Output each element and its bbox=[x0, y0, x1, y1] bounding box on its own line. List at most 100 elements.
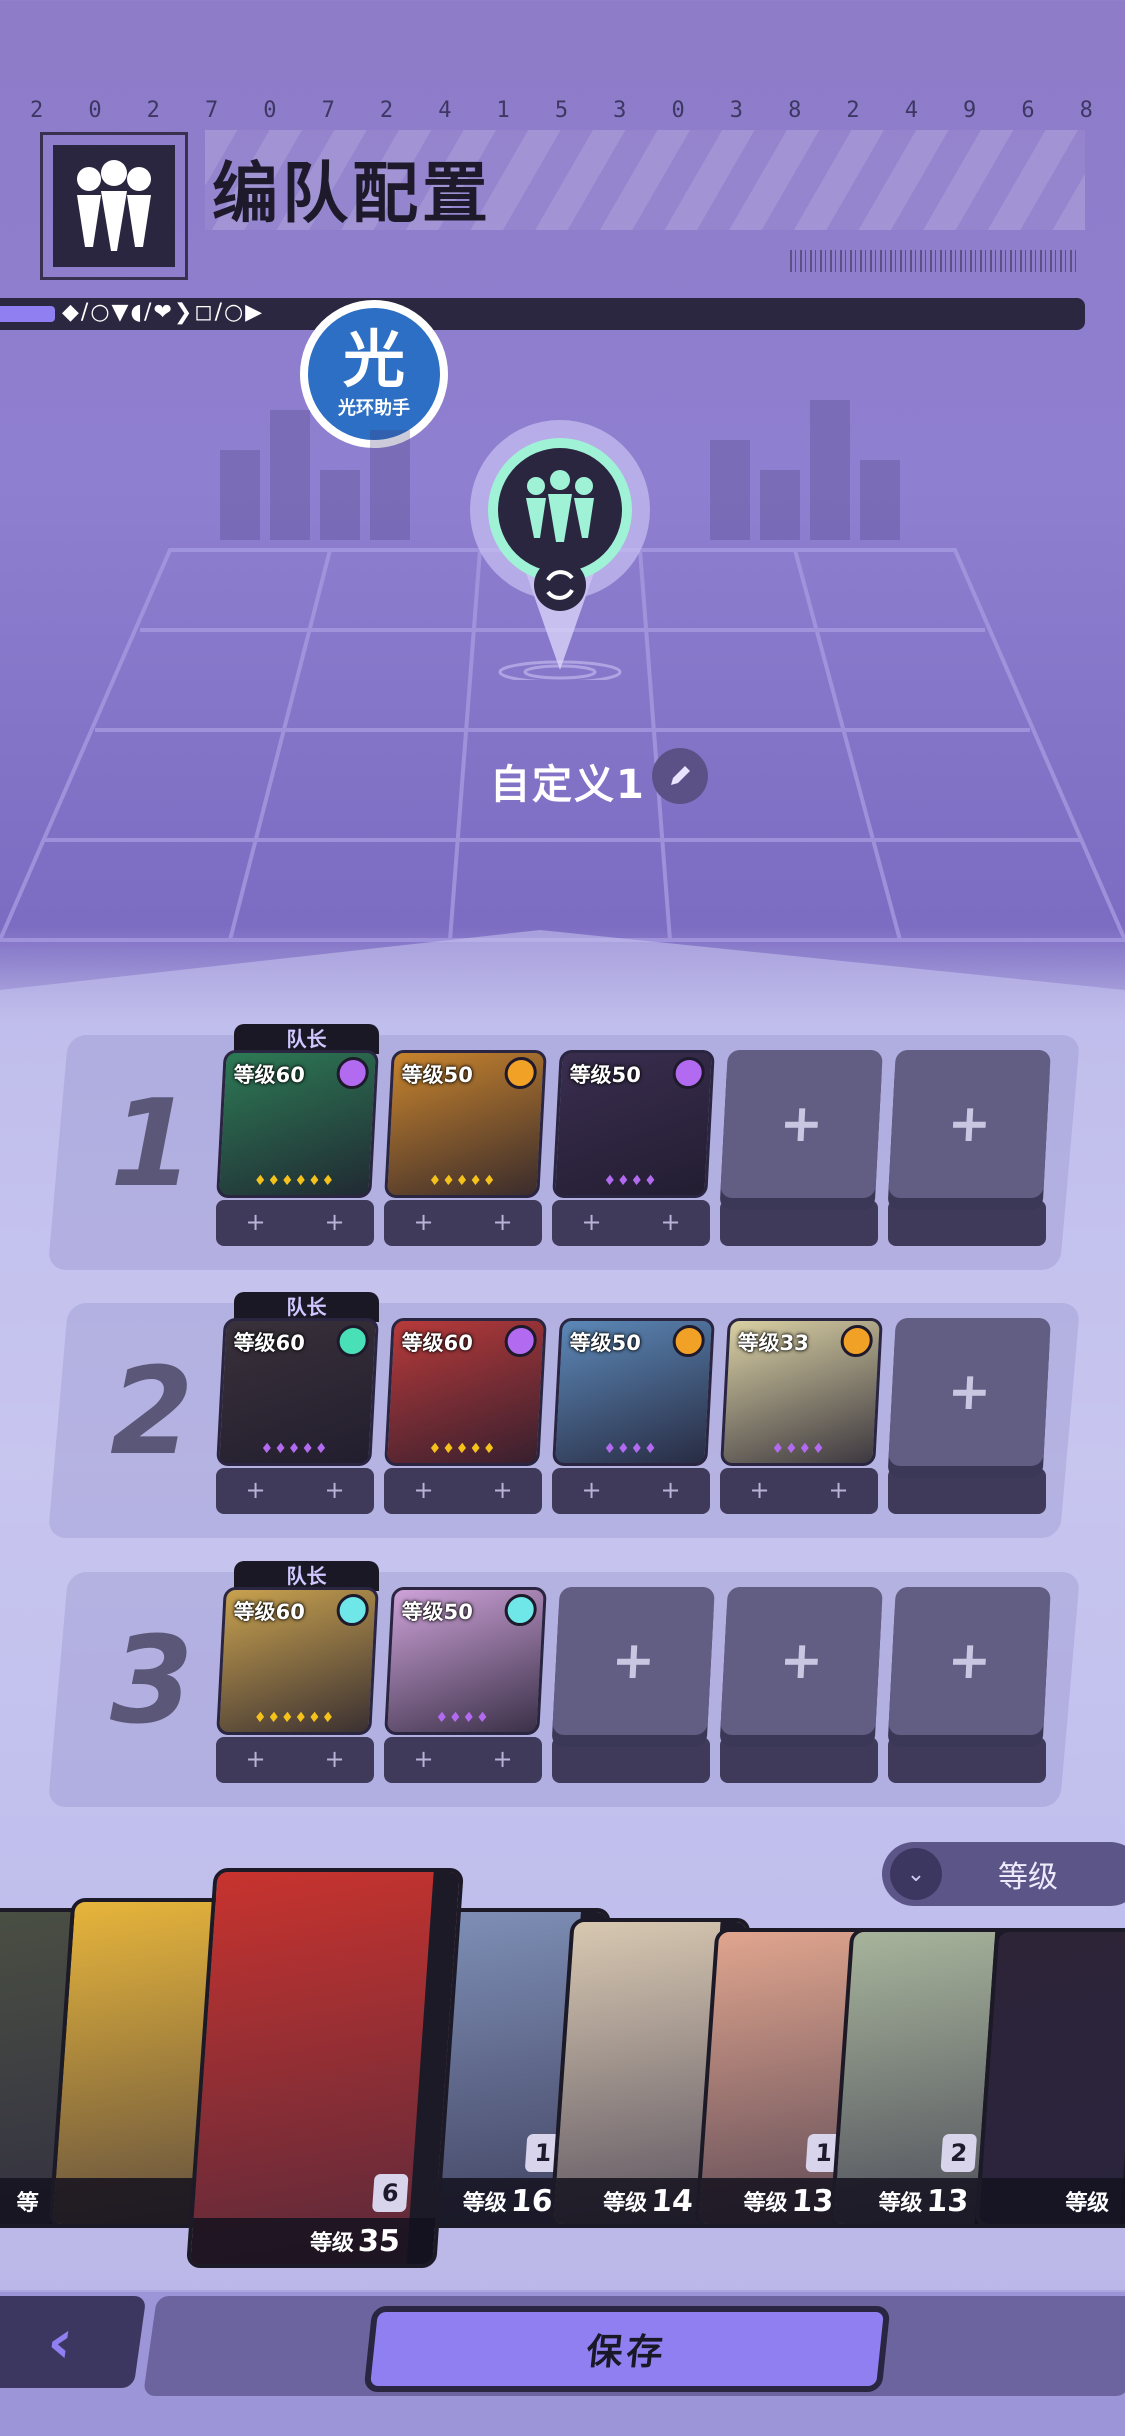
empty-slot[interactable]: + bbox=[888, 1587, 1051, 1783]
squad-number: 3 bbox=[110, 1612, 194, 1751]
team-logo bbox=[40, 132, 188, 280]
member-card[interactable]: + + 等级50 ♦♦♦♦ bbox=[552, 1318, 715, 1514]
member-card[interactable]: + + 等级33 ♦♦♦♦ bbox=[720, 1318, 883, 1514]
member-card[interactable]: 队长 + + 等级60 ♦♦♦♦♦ bbox=[216, 1292, 379, 1514]
equipment-add-icon[interactable]: + bbox=[384, 1468, 463, 1514]
equipment-slots[interactable]: + + bbox=[720, 1468, 878, 1514]
teal-spiral-icon bbox=[335, 1325, 370, 1357]
serial-digit: 7 bbox=[321, 98, 337, 123]
empty-slot[interactable]: + bbox=[720, 1050, 883, 1246]
roster-character-card[interactable]: 等级 bbox=[974, 1928, 1125, 2228]
level-label: 等级50 bbox=[568, 1063, 642, 1087]
level-prefix: 等级 bbox=[742, 2191, 789, 2216]
empty-slot[interactable]: + bbox=[720, 1587, 883, 1783]
level-prefix: 等级 bbox=[877, 2191, 924, 2216]
serial-digit: 2 bbox=[30, 98, 46, 123]
equipment-slots[interactable]: + + bbox=[384, 1737, 542, 1783]
star-rating: ♦♦♦♦♦ bbox=[428, 1441, 497, 1457]
slot-base bbox=[888, 1737, 1046, 1783]
level-prefix: 等 bbox=[15, 2191, 40, 2216]
equipment-add-icon[interactable]: + bbox=[463, 1737, 542, 1783]
edit-name-button[interactable] bbox=[652, 748, 708, 804]
member-card[interactable]: + + 等级50 ♦♦♦♦ bbox=[552, 1050, 715, 1246]
equipment-add-icon[interactable]: + bbox=[216, 1200, 295, 1246]
pencil-icon bbox=[671, 766, 690, 785]
equipment-add-icon[interactable]: + bbox=[384, 1737, 463, 1783]
star-rating: ♦♦♦♦ bbox=[602, 1441, 659, 1457]
serial-digit: 7 bbox=[204, 98, 221, 123]
equipment-add-icon[interactable]: + bbox=[216, 1737, 295, 1783]
level-label: 等级50 bbox=[568, 1331, 642, 1355]
equipment-slots[interactable]: + + bbox=[384, 1468, 542, 1514]
level-label: 等级50 bbox=[400, 1063, 474, 1087]
level-label: 等级50 bbox=[400, 1600, 474, 1624]
team-name: 自定义1 bbox=[490, 762, 646, 808]
barcode-decoration bbox=[790, 250, 1080, 272]
orange-gear-icon bbox=[839, 1325, 874, 1357]
back-button[interactable]: ‹ bbox=[0, 2296, 147, 2388]
teal-cross-icon bbox=[503, 1594, 538, 1626]
equipment-slots[interactable]: + + bbox=[216, 1468, 374, 1514]
level-prefix: 等级 bbox=[309, 2231, 355, 2256]
equipment-add-icon[interactable]: + bbox=[295, 1737, 374, 1783]
equipment-add-icon[interactable]: + bbox=[720, 1468, 799, 1514]
status-strip: ◆/○▼◖/❤❯◻/○▶ bbox=[0, 298, 1085, 330]
star-rating: ♦♦♦♦ bbox=[770, 1441, 827, 1457]
team-people-icon bbox=[77, 160, 151, 251]
serial-digit: 1 bbox=[496, 98, 512, 123]
member-card[interactable]: + + 等级50 ♦♦♦♦♦ bbox=[384, 1050, 547, 1246]
equipment-add-icon[interactable]: + bbox=[295, 1200, 374, 1246]
equipment-add-icon[interactable]: + bbox=[552, 1200, 631, 1246]
level-number: 16 bbox=[509, 2183, 554, 2219]
serial-digit: 3 bbox=[613, 98, 629, 123]
member-card[interactable]: + + 等级60 ♦♦♦♦♦ bbox=[384, 1318, 547, 1514]
serial-digit: 2 bbox=[146, 98, 162, 123]
member-card[interactable]: 队长 + + 等级60 ♦♦♦♦♦♦ bbox=[216, 1561, 379, 1783]
equipment-add-icon[interactable]: + bbox=[552, 1468, 631, 1514]
equipment-slots[interactable]: + + bbox=[216, 1737, 374, 1783]
empty-slot[interactable]: + bbox=[888, 1318, 1051, 1514]
serial-digit: 3 bbox=[729, 98, 745, 123]
roster-character-card[interactable]: 等级 35 6 bbox=[186, 1868, 464, 2268]
member-card[interactable]: + + 等级50 ♦♦♦♦ bbox=[384, 1587, 547, 1783]
equipment-add-icon[interactable]: + bbox=[463, 1200, 542, 1246]
level-number: 14 bbox=[650, 2183, 695, 2219]
equipment-slots[interactable]: + + bbox=[216, 1200, 374, 1246]
slot-base bbox=[720, 1737, 878, 1783]
equipment-slots[interactable]: + + bbox=[552, 1200, 710, 1246]
character-portrait: 等级50 ♦♦♦♦ bbox=[384, 1587, 547, 1735]
teal-cross-icon bbox=[335, 1594, 370, 1626]
serial-digit: 8 bbox=[788, 98, 804, 123]
add-member-plus: + bbox=[888, 1050, 1051, 1198]
roster-strip[interactable]: 等等级 35 6 等级 16 1 等级 14 等级 13 1 等级 13 2 等级 bbox=[0, 1868, 1125, 2288]
serial-digit: 4 bbox=[438, 98, 454, 123]
slot-base bbox=[720, 1200, 878, 1246]
level-prefix: 等级 bbox=[602, 2191, 648, 2216]
page-title: 编队配置 bbox=[212, 155, 492, 232]
equipment-add-icon[interactable]: + bbox=[631, 1200, 710, 1246]
level-label: 等级60 bbox=[232, 1063, 306, 1087]
equipment-slots[interactable]: + + bbox=[384, 1200, 542, 1246]
star-rating: ♦♦♦♦ bbox=[602, 1173, 659, 1189]
purple-psychic-icon bbox=[503, 1325, 538, 1357]
empty-slot[interactable]: + bbox=[552, 1587, 715, 1783]
character-portrait: 等级33 ♦♦♦♦ bbox=[720, 1318, 883, 1466]
equipment-add-icon[interactable]: + bbox=[463, 1468, 542, 1514]
member-card[interactable]: 队长 + + 等级60 ♦♦♦♦♦♦ bbox=[216, 1024, 379, 1246]
equipment-add-icon[interactable]: + bbox=[295, 1468, 374, 1514]
serial-digit: 0 bbox=[263, 98, 279, 123]
equipment-add-icon[interactable]: + bbox=[216, 1468, 295, 1514]
team-pin-icon bbox=[470, 420, 650, 680]
equipment-add-icon[interactable]: + bbox=[799, 1468, 878, 1514]
level-label: 等级33 bbox=[736, 1331, 810, 1355]
equipment-add-icon[interactable]: + bbox=[384, 1200, 463, 1246]
equipment-add-icon[interactable]: + bbox=[631, 1468, 710, 1514]
squad-number: 2 bbox=[110, 1343, 194, 1482]
equipment-slots[interactable]: + + bbox=[552, 1468, 710, 1514]
empty-slot[interactable]: + bbox=[888, 1050, 1051, 1246]
character-portrait: 等级60 ♦♦♦♦♦♦ bbox=[216, 1050, 379, 1198]
save-button[interactable]: 保存 bbox=[363, 2306, 891, 2392]
serial-digit: 0 bbox=[88, 98, 104, 123]
star-rating: ♦♦♦♦ bbox=[434, 1710, 491, 1726]
star-rating: ♦♦♦♦♦♦ bbox=[253, 1710, 336, 1726]
